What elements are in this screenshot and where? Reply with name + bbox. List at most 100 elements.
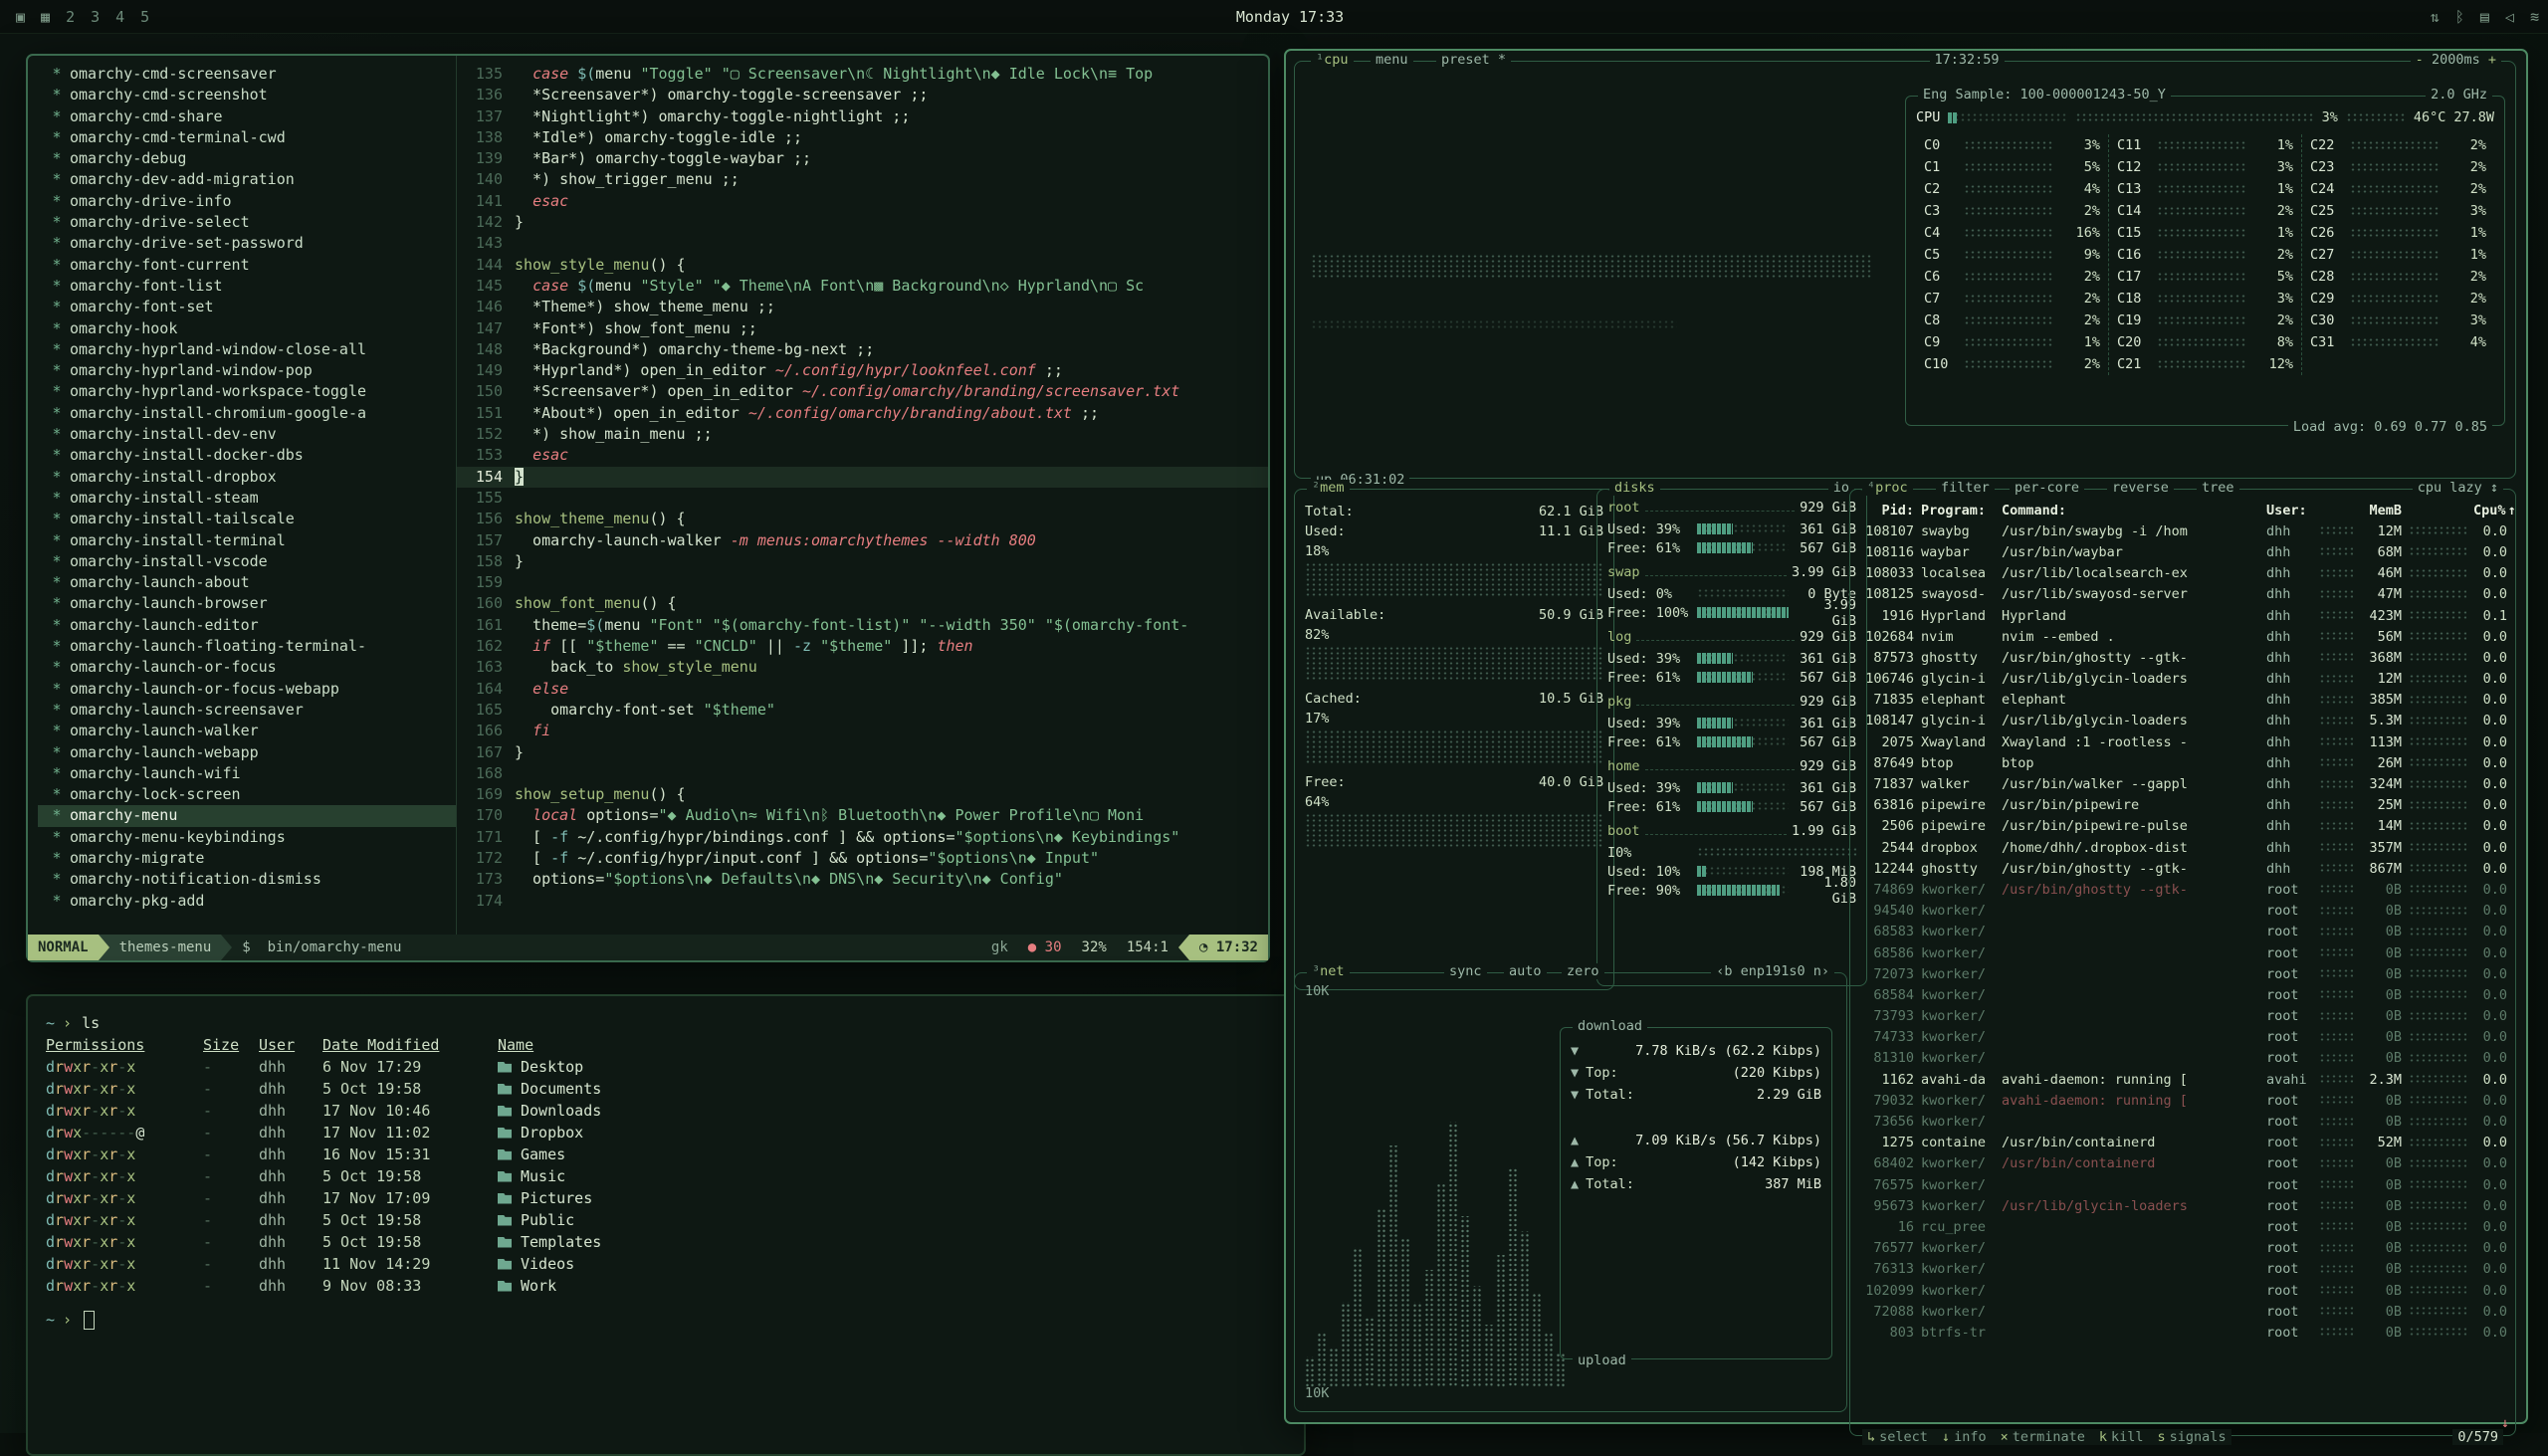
file-item[interactable]: *omarchy-install-vscode — [38, 551, 456, 572]
signals-action[interactable]: ssignals — [2158, 1429, 2227, 1445]
process-row[interactable]: 2506pipewire/usr/bin/pipewire-pulsedhh14… — [1858, 816, 2507, 837]
file-item[interactable]: *omarchy-font-list — [38, 276, 456, 297]
net-sync-button[interactable]: sync — [1444, 963, 1487, 979]
proc-col-header[interactable]: User: — [2266, 503, 2312, 519]
interval-minus-button[interactable]: - — [2416, 52, 2424, 68]
file-item[interactable]: *omarchy-launch-screensaver — [38, 700, 456, 721]
code-line[interactable]: 169show_setup_menu() { — [457, 784, 1268, 805]
code-line[interactable]: 144show_style_menu() { — [457, 255, 1268, 276]
process-row[interactable]: 108116waybar/usr/bin/waybardhh68M0.0 — [1858, 541, 2507, 562]
workspace-window-icon[interactable]: ▣ — [16, 8, 25, 26]
process-row[interactable]: 68583kworker/root0B0.0 — [1858, 922, 2507, 942]
file-item[interactable]: *omarchy-install-dropbox — [38, 467, 456, 488]
file-item[interactable]: *omarchy-cmd-terminal-cwd — [38, 127, 456, 148]
process-row[interactable]: 72073kworker/root0B0.0 — [1858, 963, 2507, 984]
file-item[interactable]: *omarchy-menu — [38, 805, 456, 826]
process-row[interactable]: 108125swayosd-/usr/lib/swayosd-serverdhh… — [1858, 584, 2507, 605]
network-arrows-icon[interactable]: ⇅ — [2431, 8, 2440, 26]
process-row[interactable]: 87573ghostty/usr/bin/ghostty --gtk-dhh36… — [1858, 647, 2507, 668]
file-item[interactable]: *omarchy-install-tailscale — [38, 509, 456, 529]
code-line[interactable]: 156show_theme_menu() { — [457, 509, 1268, 529]
file-item[interactable]: *omarchy-launch-editor — [38, 615, 456, 636]
file-item[interactable]: *omarchy-cmd-screensaver — [38, 64, 456, 85]
net-zero-button[interactable]: zero — [1562, 963, 1604, 979]
file-item[interactable]: *omarchy-menu-keybindings — [38, 827, 456, 848]
file-item[interactable]: *omarchy-launch-browser — [38, 593, 456, 614]
file-item[interactable]: *omarchy-drive-info — [38, 191, 456, 212]
code-line[interactable]: 167} — [457, 742, 1268, 763]
file-item[interactable]: *omarchy-cmd-share — [38, 106, 456, 127]
process-row[interactable]: 68586kworker/root0B0.0 — [1858, 942, 2507, 963]
file-item[interactable]: *omarchy-install-dev-env — [38, 424, 456, 445]
mem-tab[interactable]: ²mem — [1307, 480, 1350, 496]
workspace-grid-icon[interactable]: ▦ — [41, 8, 50, 26]
process-row[interactable]: 73793kworker/root0B0.0 — [1858, 1006, 2507, 1027]
code-line[interactable]: 170 local options="◆ Audio\n≈ Wifi\nᛒ Bl… — [457, 805, 1268, 826]
process-row[interactable]: 2075XwaylandXwayland :1 -rootless -dhh11… — [1858, 731, 2507, 752]
proc-col-header[interactable]: MemB — [2360, 503, 2402, 519]
code-line[interactable]: 155 — [457, 488, 1268, 509]
code-line[interactable]: 135 case $(menu "Toggle" "▢ Screensaver\… — [457, 64, 1268, 85]
code-line[interactable]: 140 *) show_trigger_menu ;; — [457, 169, 1268, 190]
file-item[interactable]: *omarchy-pkg-add — [38, 891, 456, 912]
file-item[interactable]: *omarchy-debug — [38, 148, 456, 169]
menu-button[interactable]: menu — [1371, 52, 1413, 68]
file-item[interactable]: *omarchy-launch-floating-terminal- — [38, 636, 456, 657]
file-item[interactable]: *omarchy-hyprland-window-pop — [38, 360, 456, 381]
process-row[interactable]: 102684nvimnvim --embed .dhh56M0.0 — [1858, 626, 2507, 647]
process-row[interactable]: 87649btopbtopdhh26M0.0 — [1858, 752, 2507, 773]
process-row[interactable]: 2544dropbox/home/dhh/.dropbox-distdhh357… — [1858, 837, 2507, 858]
code-line[interactable]: 143 — [457, 233, 1268, 254]
code-line[interactable]: 149 *Hyprland*) open_in_editor ~/.config… — [457, 360, 1268, 381]
proc-tree-button[interactable]: tree — [2197, 480, 2239, 496]
process-row[interactable]: 12244ghostty/usr/bin/ghostty --gtk-dhh86… — [1858, 858, 2507, 879]
code-line[interactable]: 138 *Idle*) omarchy-toggle-idle ;; — [457, 127, 1268, 148]
file-item[interactable]: *omarchy-launch-webapp — [38, 742, 456, 763]
code-line[interactable]: 165 omarchy-font-set "$theme" — [457, 700, 1268, 721]
process-row[interactable]: 94540kworker/root0B0.0 — [1858, 901, 2507, 922]
file-item[interactable]: *omarchy-launch-or-focus-webapp — [38, 679, 456, 700]
process-row[interactable]: 71835elephantelephantdhh385M0.0 — [1858, 690, 2507, 711]
code-pane[interactable]: 135 case $(menu "Toggle" "▢ Screensaver\… — [457, 56, 1268, 935]
code-line[interactable]: 148 *Background*) omarchy-theme-bg-next … — [457, 339, 1268, 360]
code-line[interactable]: 150 *Screensaver*) open_in_editor ~/.con… — [457, 381, 1268, 402]
code-line[interactable]: 164 else — [457, 679, 1268, 700]
file-item[interactable]: *omarchy-launch-about — [38, 572, 456, 593]
code-line[interactable]: 163 back_to show_style_menu — [457, 657, 1268, 678]
file-item[interactable]: *omarchy-install-steam — [38, 488, 456, 509]
code-line[interactable]: 153 esac — [457, 445, 1268, 466]
file-item[interactable]: *omarchy-lock-screen — [38, 784, 456, 805]
process-row[interactable]: 71837walker/usr/bin/walker --gappldhh324… — [1858, 773, 2507, 794]
code-line[interactable]: 168 — [457, 763, 1268, 784]
proc-filter-button[interactable]: filter — [1936, 480, 1995, 496]
code-line[interactable]: 137 *Nightlight*) omarchy-toggle-nightli… — [457, 106, 1268, 127]
file-item[interactable]: *omarchy-hyprland-window-close-all — [38, 339, 456, 360]
cpu-tab[interactable]: ¹cpu — [1311, 52, 1354, 68]
file-item[interactable]: *omarchy-launch-walker — [38, 721, 456, 741]
process-row[interactable]: 1916HyprlandHyprlanddhh423M0.1 — [1858, 605, 2507, 626]
process-row[interactable]: 108147glycin-i/usr/lib/glycin-loadersdhh… — [1858, 711, 2507, 731]
code-line[interactable]: 162 if [[ "$theme" == "CNCLD" || -z "$th… — [457, 636, 1268, 657]
bluetooth-icon[interactable]: ᛒ — [2455, 8, 2464, 26]
process-row[interactable]: 68584kworker/root0B0.0 — [1858, 984, 2507, 1005]
code-line[interactable]: 159 — [457, 572, 1268, 593]
process-row[interactable]: 1275containe/usr/bin/containerdroot52M0.… — [1858, 1133, 2507, 1153]
file-item[interactable]: *omarchy-font-current — [38, 255, 456, 276]
file-item[interactable]: *omarchy-font-set — [38, 297, 456, 317]
net-interface[interactable]: ‹b enp191s0 n› — [1711, 963, 1834, 979]
process-row[interactable]: 102099kworker/root0B0.0 — [1858, 1280, 2507, 1301]
proc-tab[interactable]: ⁴proc — [1862, 480, 1913, 496]
file-item[interactable]: *omarchy-drive-select — [38, 212, 456, 233]
kill-action[interactable]: kkill — [2099, 1429, 2144, 1445]
proc-col-header[interactable] — [2319, 506, 2353, 515]
process-row[interactable]: 108107swaybg/usr/bin/swaybg -i /homdhh12… — [1858, 520, 2507, 541]
workspace-4[interactable]: 4 — [115, 8, 124, 26]
proc-col-header[interactable]: Program: — [1921, 503, 1995, 519]
process-row[interactable]: 73656kworker/root0B0.0 — [1858, 1111, 2507, 1132]
proc-col-header[interactable]: Pid: — [1858, 503, 1914, 519]
select-action[interactable]: ↳select — [1867, 1429, 1928, 1445]
file-item[interactable]: *omarchy-install-docker-dbs — [38, 445, 456, 466]
file-item[interactable]: *omarchy-hyprland-workspace-toggle — [38, 381, 456, 402]
net-tab[interactable]: ³net — [1307, 963, 1350, 979]
code-line[interactable]: 154} — [457, 467, 1268, 488]
